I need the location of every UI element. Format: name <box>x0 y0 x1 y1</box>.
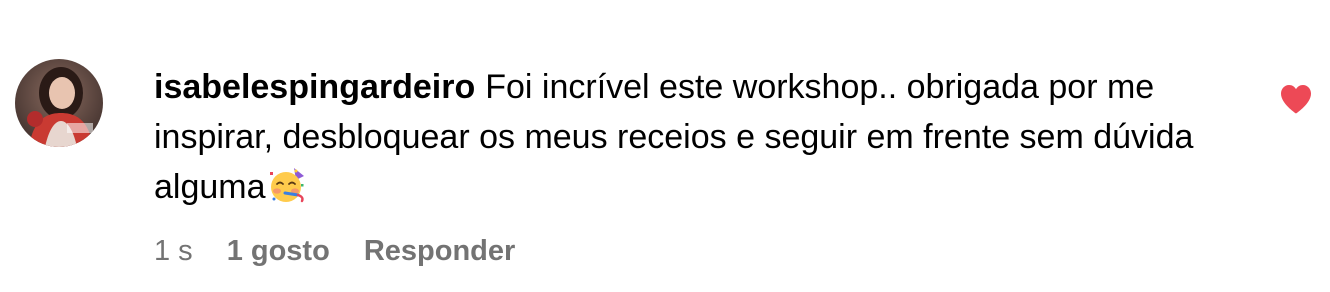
reply-button[interactable]: Responder <box>364 232 515 270</box>
avatar-image <box>15 59 103 147</box>
avatar[interactable] <box>15 59 103 147</box>
comment-username[interactable]: isabelespingardeiro <box>154 68 475 106</box>
heart-filled-icon[interactable] <box>1279 83 1313 115</box>
comment-meta: 1 s 1 gosto Responder <box>154 232 515 270</box>
comment: isabelespingardeiro Foi incrível este wor… <box>0 0 1330 292</box>
partying-face-emoji-icon <box>268 166 306 204</box>
comment-timestamp[interactable]: 1 s <box>154 232 193 270</box>
comment-body: isabelespingardeiro Foi incrível este wor… <box>154 62 1234 212</box>
comment-likes-count[interactable]: 1 gosto <box>227 232 330 270</box>
